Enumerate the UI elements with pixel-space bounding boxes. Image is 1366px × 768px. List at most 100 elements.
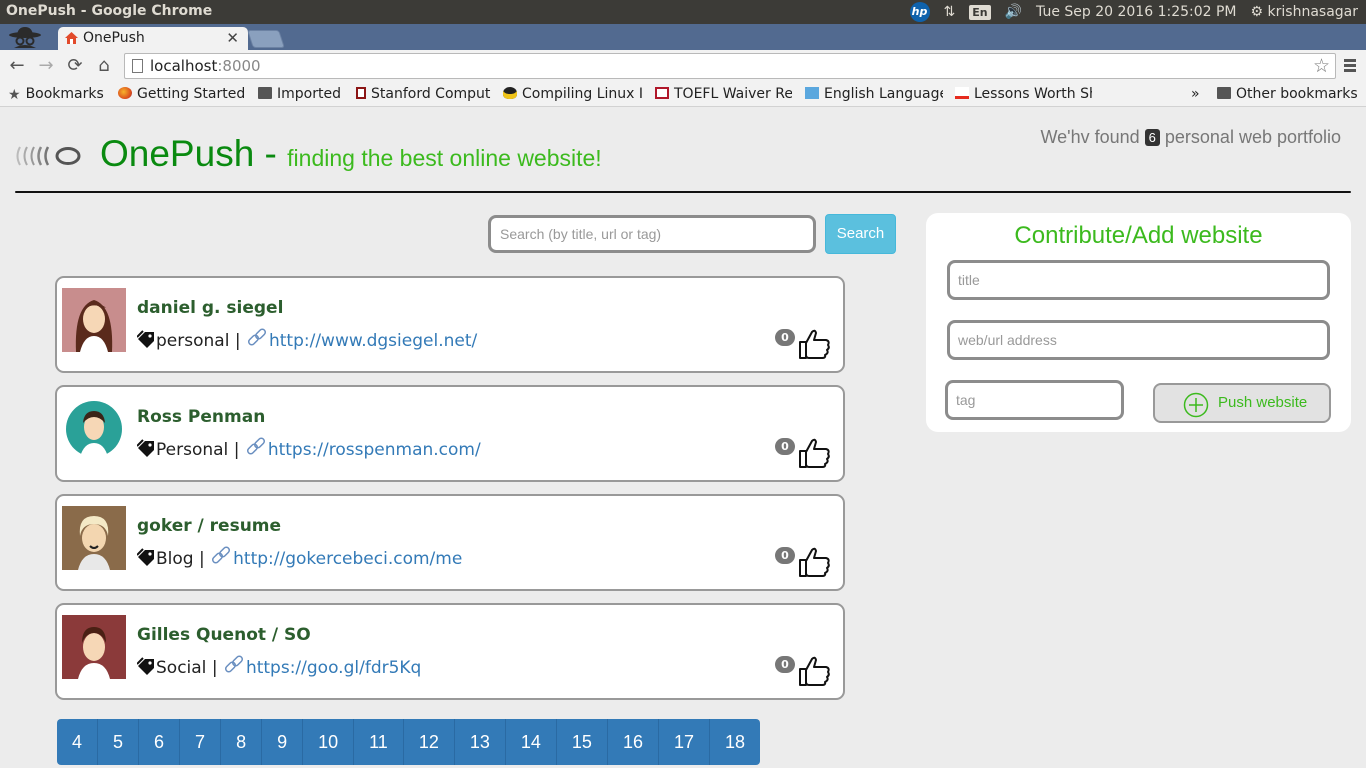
site-url-link[interactable]: https://rosspenman.com/ xyxy=(268,440,481,460)
other-bookmarks[interactable]: Other bookmarks xyxy=(1217,86,1358,102)
back-arrow-icon[interactable]: ← xyxy=(5,54,29,78)
reload-icon[interactable]: ⟳ xyxy=(63,54,87,78)
bookmark-compiling-linux[interactable]: Compiling Linux I xyxy=(503,86,643,102)
page-icon xyxy=(132,59,143,73)
site-url-link[interactable]: http://gokercebeci.com/me xyxy=(233,549,462,569)
keyboard-layout-indicator[interactable]: En xyxy=(969,4,991,20)
system-tray: hp ⇅ En 🔊 Tue Sep 20 2016 1:25:02 PM ⚙ k… xyxy=(909,2,1358,22)
site-url-link[interactable]: https://goo.gl/fdr5Kq xyxy=(246,658,421,678)
page-link[interactable]: 14 xyxy=(506,719,557,765)
tag-icon xyxy=(137,657,156,678)
site-name: goker / resume xyxy=(137,516,282,536)
url-input[interactable] xyxy=(947,320,1330,360)
forward-arrow-icon[interactable]: → xyxy=(34,54,58,78)
page-link[interactable]: 8 xyxy=(221,719,263,765)
like-count-badge: 0 xyxy=(775,438,795,455)
thumbs-up-icon[interactable] xyxy=(797,328,831,364)
page-link[interactable]: 5 xyxy=(98,719,140,765)
close-tab-icon[interactable]: ✕ xyxy=(226,29,239,47)
bookmark-lessons-worth-sharing[interactable]: Lessons Worth Sh xyxy=(955,86,1092,102)
chrome-menu-icon[interactable] xyxy=(1344,59,1356,74)
volume-icon[interactable]: 🔊 xyxy=(1005,4,1022,20)
bookmark-getting-started[interactable]: Getting Started xyxy=(118,86,246,102)
push-website-button[interactable]: Push website xyxy=(1153,383,1331,423)
avatar xyxy=(62,397,126,461)
thumbs-up-icon[interactable] xyxy=(797,655,831,691)
bookmark-imported[interactable]: Imported xyxy=(258,86,344,102)
avatar xyxy=(62,288,126,352)
tab-title: OnePush xyxy=(83,30,145,46)
page-link[interactable]: 17 xyxy=(659,719,710,765)
site-url-link[interactable]: http://www.dgsiegel.net/ xyxy=(269,331,477,351)
site-tag: Social xyxy=(156,658,207,678)
tux-icon xyxy=(503,87,517,99)
page-link[interactable]: 15 xyxy=(557,719,608,765)
stanford-icon xyxy=(356,87,366,99)
site-card: Gilles Quenot / SO Social | https://goo.g… xyxy=(55,603,845,700)
page-link[interactable]: 13 xyxy=(455,719,506,765)
title-input[interactable] xyxy=(947,260,1330,300)
page-content: OnePush - finding the best online websit… xyxy=(0,107,1366,768)
plus-circle-icon xyxy=(1183,392,1209,418)
home-favicon-icon xyxy=(65,32,78,44)
bookmark-toefl[interactable]: TOEFL Waiver Re xyxy=(655,86,792,102)
user-menu[interactable]: ⚙ krishnasagar xyxy=(1251,4,1358,20)
clock[interactable]: Tue Sep 20 2016 1:25:02 PM xyxy=(1036,4,1236,20)
address-bar[interactable]: localhost:8000 ☆ xyxy=(124,53,1336,79)
bookmark-bookmarks[interactable]: ★ Bookmarks xyxy=(8,86,108,103)
site-meta: personal | http://www.dgsiegel.net/ xyxy=(137,328,477,351)
link-icon xyxy=(223,655,246,678)
site-meta: Social | https://goo.gl/fdr5Kq xyxy=(137,655,421,678)
like-count-badge: 0 xyxy=(775,547,795,564)
avatar xyxy=(62,506,126,570)
separator: | xyxy=(233,440,240,460)
page-link[interactable]: 7 xyxy=(180,719,222,765)
site-card: goker / resume Blog | http://gokercebeci.… xyxy=(55,494,845,591)
site-name: Gilles Quenot / SO xyxy=(137,625,311,645)
page-link[interactable]: 10 xyxy=(303,719,355,765)
site-tagline: finding the best online website! xyxy=(287,145,602,171)
site-card: daniel g. siegel personal | http://www.dg… xyxy=(55,276,845,373)
like-count-badge: 0 xyxy=(775,329,795,346)
page-link[interactable]: 16 xyxy=(608,719,659,765)
bookmark-stanford[interactable]: Stanford Comput xyxy=(356,86,493,102)
tag-icon xyxy=(137,548,156,569)
page-link[interactable]: 6 xyxy=(139,719,181,765)
page-link[interactable]: 9 xyxy=(262,719,304,765)
search-button[interactable]: Search xyxy=(825,214,896,254)
like-count-badge: 0 xyxy=(775,656,795,673)
header-divider xyxy=(15,191,1351,193)
ell-icon xyxy=(805,87,819,99)
bookmarks-overflow-chevron[interactable]: » xyxy=(1191,86,1200,102)
tag-input[interactable] xyxy=(945,380,1124,420)
tab-strip: OnePush ✕ xyxy=(0,24,1366,50)
site-tag: personal xyxy=(156,331,230,351)
bookmark-english-language[interactable]: English Language xyxy=(805,86,943,102)
folder-icon xyxy=(1217,87,1231,99)
thumbs-up-icon[interactable] xyxy=(797,546,831,582)
network-icon[interactable]: ⇅ xyxy=(944,4,956,20)
thumbs-up-icon[interactable] xyxy=(797,437,831,473)
site-tag: Blog xyxy=(156,549,194,569)
ted-icon xyxy=(955,87,969,99)
hp-icon[interactable]: hp xyxy=(909,2,930,22)
page-link[interactable]: 11 xyxy=(354,719,404,765)
separator: | xyxy=(211,658,218,678)
avatar xyxy=(62,615,126,679)
separator: | xyxy=(234,331,241,351)
page-link[interactable]: 18 xyxy=(710,719,760,765)
page-link[interactable]: 4 xyxy=(57,719,99,765)
bookmark-star-icon[interactable]: ☆ xyxy=(1313,55,1330,77)
os-top-panel: OnePush - Google Chrome hp ⇅ En 🔊 Tue Se… xyxy=(0,0,1366,24)
firefox-icon xyxy=(118,87,132,99)
tag-icon xyxy=(137,439,156,460)
home-icon[interactable]: ⌂ xyxy=(92,54,116,78)
tab-onepush[interactable]: OnePush ✕ xyxy=(58,27,248,50)
site-tag: Personal xyxy=(156,440,229,460)
window-title: OnePush - Google Chrome xyxy=(6,3,213,19)
new-tab-button[interactable] xyxy=(247,30,285,48)
search-input[interactable] xyxy=(488,215,816,253)
browser-toolbar: ← → ⟳ ⌂ localhost:8000 ☆ xyxy=(0,50,1366,82)
page-link[interactable]: 12 xyxy=(404,719,455,765)
link-icon xyxy=(210,546,233,569)
